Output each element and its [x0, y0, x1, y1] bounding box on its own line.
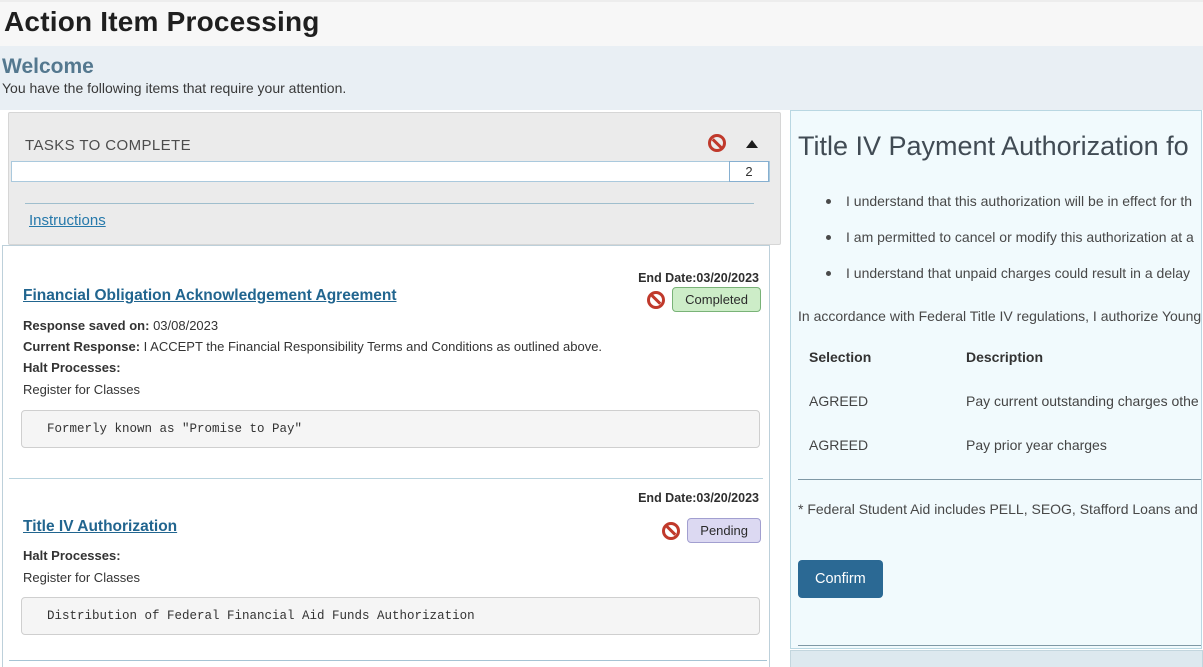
table-cell-selection: AGREED — [809, 437, 868, 453]
table-cell-selection: AGREED — [809, 393, 868, 409]
current-response-row: Current Response: I ACCEPT the Financial… — [23, 339, 602, 354]
welcome-subtitle: You have the following items that requir… — [2, 80, 346, 96]
detail-bottom-divider — [798, 645, 1202, 646]
welcome-heading: Welcome — [2, 55, 94, 79]
table-cell-description: Pay prior year charges — [966, 437, 1107, 453]
prohibited-icon — [662, 522, 680, 540]
next-section-strip — [790, 650, 1203, 667]
prohibited-icon — [647, 291, 665, 309]
table-cell-description: Pay current outstanding charges othe — [966, 393, 1199, 409]
bullet-item: I understand that this authorization wil… — [826, 193, 1192, 209]
status-badge: Pending — [687, 518, 761, 543]
bullet-item: I understand that unpaid charges could r… — [826, 265, 1190, 281]
halt-processes-value: Register for Classes — [23, 570, 140, 585]
app-header: Action Item Processing — [0, 0, 1203, 46]
halt-processes-label: Halt Processes: — [23, 548, 121, 563]
bullet-item: I am permitted to cancel or modify this … — [826, 229, 1194, 245]
task-link-title-iv-authorization[interactable]: Title IV Authorization — [23, 518, 177, 535]
halt-processes-value: Register for Classes — [23, 382, 140, 397]
column-header-selection: Selection — [809, 349, 871, 365]
instructions-link[interactable]: Instructions — [29, 212, 106, 229]
confirm-button[interactable]: Confirm — [798, 560, 883, 598]
halt-processes-label: Halt Processes: — [23, 360, 121, 375]
welcome-section: Welcome You have the following items tha… — [0, 46, 1203, 110]
collapse-caret-icon[interactable] — [746, 140, 758, 148]
task-row: Title IV Authorization Pending — [23, 518, 761, 544]
bullet-icon — [826, 271, 831, 276]
task-list-bottom-divider — [9, 660, 767, 661]
status-badge: Completed — [672, 287, 761, 312]
prohibited-icon — [708, 134, 726, 152]
task-note-box: Distribution of Federal Financial Aid Fu… — [21, 597, 760, 635]
task-list-panel: End Date:03/20/2023 Financial Obligation… — [2, 245, 770, 667]
response-saved-row: Response saved on: 03/08/2023 — [23, 318, 218, 333]
task-item-divider — [9, 478, 763, 479]
task-row: Financial Obligation Acknowledgement Agr… — [23, 287, 761, 313]
task-note-box: Formerly known as "Promise to Pay" — [21, 410, 760, 448]
action-item-processing-page: Action Item Processing Welcome You have … — [0, 0, 1203, 667]
response-saved-label: Response saved on: — [23, 318, 149, 333]
bullet-icon — [826, 199, 831, 204]
end-date: End Date:03/20/2023 — [638, 271, 759, 285]
tasks-to-complete-card: TASKS TO COMPLETE 2 Instructions — [8, 112, 781, 245]
tasks-count: 2 — [729, 161, 769, 182]
current-response-label: Current Response: — [23, 339, 140, 354]
bullet-icon — [826, 235, 831, 240]
detail-panel-title: Title IV Payment Authorization fo — [798, 131, 1189, 162]
federal-aid-footnote: * Federal Student Aid includes PELL, SEO… — [798, 501, 1198, 517]
detail-divider — [798, 479, 1202, 480]
page-title: Action Item Processing — [4, 6, 320, 38]
response-saved-value: 03/08/2023 — [153, 318, 218, 333]
tasks-progress-bar: 2 — [11, 161, 770, 182]
title-iv-detail-panel: Title IV Payment Authorization fo I unde… — [790, 110, 1202, 649]
column-header-description: Description — [966, 349, 1043, 365]
end-date: End Date:03/20/2023 — [638, 491, 759, 505]
tasks-card-title: TASKS TO COMPLETE — [25, 137, 191, 154]
authorization-intro: In accordance with Federal Title IV regu… — [798, 308, 1201, 324]
tasks-card-divider — [25, 203, 754, 204]
current-response-value: I ACCEPT the Financial Responsibility Te… — [144, 339, 602, 354]
task-link-financial-obligation[interactable]: Financial Obligation Acknowledgement Agr… — [23, 287, 397, 304]
